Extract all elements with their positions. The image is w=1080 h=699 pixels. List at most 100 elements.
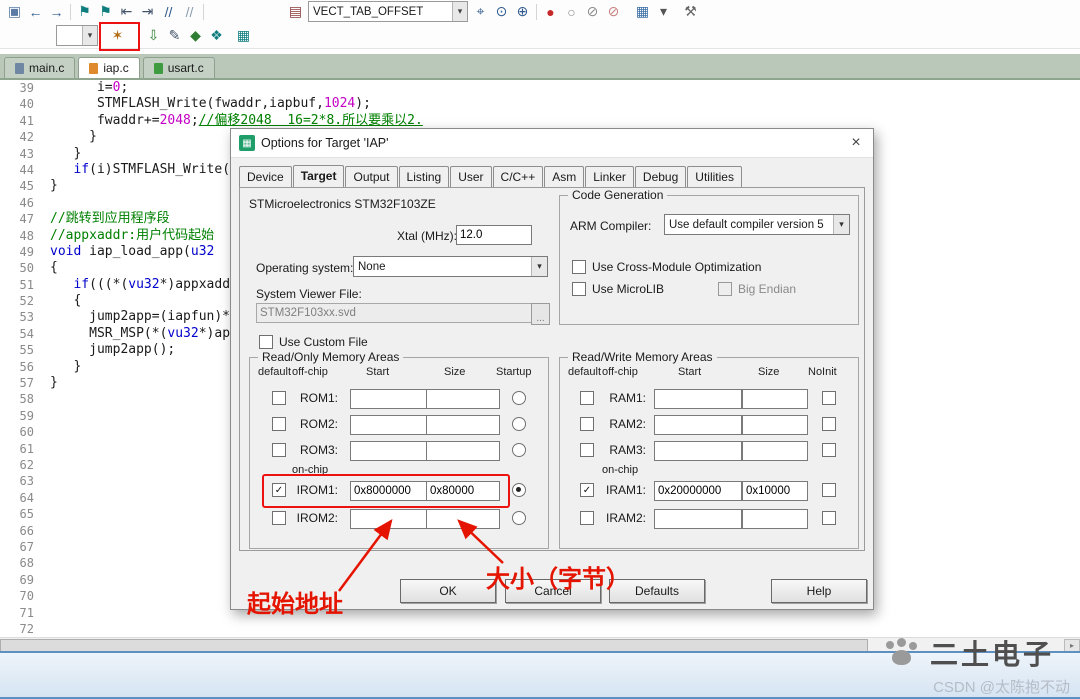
- operating-system-combobox[interactable]: None ▾: [353, 256, 548, 277]
- microlib-checkbox[interactable]: [572, 282, 586, 296]
- irom1-size-input[interactable]: [426, 481, 500, 501]
- rebuild-icon[interactable]: ❖: [206, 26, 227, 46]
- file-tab-main-c[interactable]: main.c: [4, 57, 76, 78]
- xtal-input[interactable]: [456, 225, 532, 245]
- indent-left-icon[interactable]: ⇤: [116, 2, 137, 22]
- irom2-start-input[interactable]: [350, 509, 428, 529]
- ram2-start-input[interactable]: [654, 415, 742, 435]
- ram3-size-input[interactable]: [742, 441, 808, 461]
- chevron-down-icon[interactable]: ▾: [833, 215, 849, 234]
- iram2-size-input[interactable]: [742, 509, 808, 529]
- dialog-tab-user[interactable]: User: [450, 166, 492, 188]
- windows-layout-icon[interactable]: ▦: [632, 2, 653, 22]
- build-icon[interactable]: ◆: [185, 26, 206, 46]
- ram1-default-checkbox[interactable]: [580, 391, 594, 405]
- ram2-noinit-checkbox[interactable]: [822, 417, 836, 431]
- bookmark-next-icon[interactable]: ⚑: [95, 2, 116, 22]
- irom2-size-input[interactable]: [426, 509, 500, 529]
- ram1-size-input[interactable]: [742, 389, 808, 409]
- ram3-default-checkbox[interactable]: [580, 443, 594, 457]
- irom2-startup-radio[interactable]: [512, 511, 526, 525]
- irom1-startup-radio[interactable]: [512, 483, 526, 497]
- breakpoint-enable-icon[interactable]: ○: [561, 2, 582, 22]
- dialog-tab-debug[interactable]: Debug: [634, 166, 687, 188]
- dialog-tab-output[interactable]: Output: [345, 166, 398, 188]
- ok-button[interactable]: OK: [400, 579, 496, 603]
- iram1-size-input[interactable]: [742, 481, 808, 501]
- read-only-memory-group: Read/Only Memory Areas default off-chip Sta…: [249, 350, 549, 549]
- file-tab-iap-c[interactable]: iap.c: [78, 57, 140, 78]
- breakpoint-disable-icon[interactable]: ⊘: [582, 2, 603, 22]
- comment-icon[interactable]: //: [158, 2, 179, 22]
- translate-icon[interactable]: ✎: [164, 26, 185, 46]
- ram3-noinit-checkbox[interactable]: [822, 443, 836, 457]
- dialog-tab-linker[interactable]: Linker: [585, 166, 634, 188]
- chevron-down-icon[interactable]: ▾: [452, 2, 467, 21]
- define-combobox[interactable]: VECT_TAB_OFFSET ▾: [308, 1, 468, 22]
- browse-button[interactable]: ...: [531, 303, 550, 325]
- rom2-start-input[interactable]: [350, 415, 428, 435]
- bookmark-icon[interactable]: ⚑: [74, 2, 95, 22]
- microlib-label: Use MicroLIB: [592, 282, 665, 296]
- rom1-startup-radio[interactable]: [512, 391, 526, 405]
- ram2-size-input[interactable]: [742, 415, 808, 435]
- rom3-start-input[interactable]: [350, 441, 428, 461]
- indent-right-icon[interactable]: ⇥: [137, 2, 158, 22]
- window-icon[interactable]: ▣: [4, 2, 25, 22]
- iram1-noinit-checkbox[interactable]: [822, 483, 836, 497]
- ram3-start-input[interactable]: [654, 441, 742, 461]
- rom2-startup-radio[interactable]: [512, 417, 526, 431]
- breakpoint-kill-icon[interactable]: ⊘: [603, 2, 624, 22]
- batch-build-icon[interactable]: ▦: [233, 26, 254, 46]
- chevron-down-icon[interactable]: ▾: [653, 2, 674, 22]
- dialog-tab-device[interactable]: Device: [239, 166, 292, 188]
- arm-compiler-combobox[interactable]: Use default compiler version 5 ▾: [664, 214, 850, 235]
- nav-back-icon[interactable]: ←: [25, 2, 46, 22]
- dialog-tab-listing[interactable]: Listing: [398, 166, 450, 188]
- close-icon[interactable]: ×: [847, 134, 865, 152]
- ram1-start-input[interactable]: [654, 389, 742, 409]
- dialog-tab-c-c-[interactable]: C/C++: [492, 166, 544, 188]
- rom1-default-checkbox[interactable]: [272, 391, 286, 405]
- irom2-default-checkbox[interactable]: [272, 511, 286, 525]
- book-icon[interactable]: ▤: [285, 2, 306, 22]
- find-icon[interactable]: ⊙: [491, 2, 512, 22]
- rom3-size-input[interactable]: [426, 441, 500, 461]
- find-in-files-icon[interactable]: ⌖: [470, 2, 491, 22]
- zoom-icon[interactable]: ⊕: [512, 2, 533, 22]
- nav-forward-icon[interactable]: →: [46, 2, 67, 22]
- wrench-icon[interactable]: ⚒: [680, 2, 701, 22]
- cross-module-checkbox[interactable]: [572, 260, 586, 274]
- dialog-tab-utilities[interactable]: Utilities: [687, 166, 742, 188]
- system-viewer-file-input[interactable]: [256, 303, 532, 323]
- iram2-noinit-checkbox[interactable]: [822, 511, 836, 525]
- ram1-noinit-checkbox[interactable]: [822, 391, 836, 405]
- irom1-start-input[interactable]: [350, 481, 428, 501]
- uncomment-icon[interactable]: //: [179, 2, 200, 22]
- iram2-start-input[interactable]: [654, 509, 742, 529]
- rom2-size-input[interactable]: [426, 415, 500, 435]
- chevron-down-icon[interactable]: ▾: [82, 26, 97, 45]
- target-select-combobox[interactable]: ▾: [56, 25, 98, 46]
- rom2-default-checkbox[interactable]: [272, 417, 286, 431]
- ram2-default-checkbox[interactable]: [580, 417, 594, 431]
- rom2-label: ROM2:: [299, 417, 338, 431]
- target-options-icon[interactable]: ✶: [107, 26, 128, 46]
- breakpoint-icon[interactable]: ●: [540, 2, 561, 22]
- iram1-start-input[interactable]: [654, 481, 742, 501]
- iram1-default-checkbox[interactable]: ✓: [580, 483, 594, 497]
- file-tab-usart-c[interactable]: usart.c: [142, 57, 215, 78]
- rom3-startup-radio[interactable]: [512, 443, 526, 457]
- rom3-default-checkbox[interactable]: [272, 443, 286, 457]
- irom1-default-checkbox[interactable]: ✓: [272, 483, 286, 497]
- iram2-default-checkbox[interactable]: [580, 511, 594, 525]
- dialog-titlebar[interactable]: ▦ Options for Target 'IAP' ×: [231, 129, 873, 158]
- help-button[interactable]: Help: [771, 579, 867, 603]
- custom-file-checkbox[interactable]: [259, 335, 273, 349]
- dialog-tab-target[interactable]: Target: [292, 165, 345, 189]
- dialog-tab-asm[interactable]: Asm: [544, 166, 585, 188]
- flash-download-icon[interactable]: ⇩: [143, 26, 164, 46]
- rom1-size-input[interactable]: [426, 389, 500, 409]
- rom1-start-input[interactable]: [350, 389, 428, 409]
- chevron-down-icon[interactable]: ▾: [531, 257, 547, 276]
